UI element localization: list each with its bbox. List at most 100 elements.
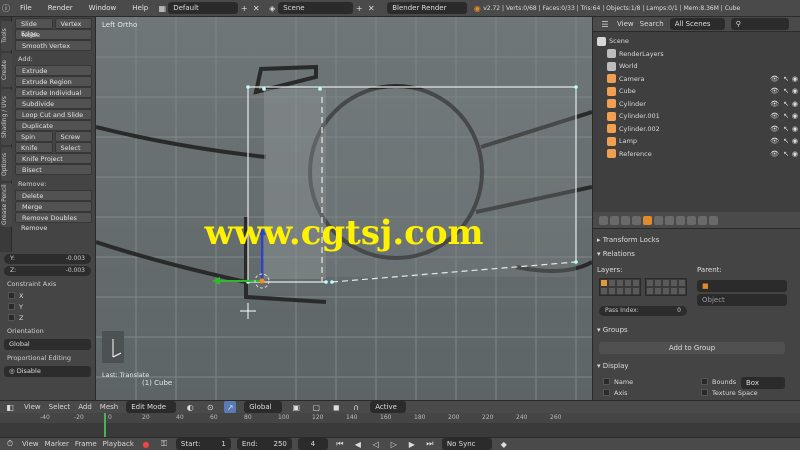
render-camera-icon[interactable]: ◉ xyxy=(792,137,798,145)
physics-tab-icon[interactable] xyxy=(709,215,718,225)
outliner-filter-dropdown[interactable]: All Scenes xyxy=(669,18,725,30)
menu-file[interactable]: File xyxy=(12,4,40,12)
selectable-arrow-icon[interactable]: ↖ xyxy=(783,87,789,95)
z-value-field[interactable]: Z: -0.003 xyxy=(4,266,91,276)
start-frame-field[interactable]: Start: 1 xyxy=(175,438,231,450)
display-left-checkbox[interactable]: Axis xyxy=(599,387,663,398)
selectable-arrow-icon[interactable]: ↖ xyxy=(783,112,789,120)
proportional-editing-dropdown[interactable]: ◎ Disable xyxy=(4,366,91,377)
tab-create[interactable]: Create xyxy=(1,53,12,87)
parent-type-field[interactable]: Object xyxy=(697,294,787,306)
spin-button[interactable]: Spin xyxy=(15,131,53,142)
mesh-menu[interactable]: Mesh xyxy=(100,403,118,411)
timeline-ruler[interactable] xyxy=(0,413,800,423)
visibility-eye-icon[interactable]: 👁 xyxy=(770,87,779,95)
layers-grid-left[interactable] xyxy=(599,278,641,296)
outliner-search-input[interactable]: ⚲ xyxy=(730,18,789,30)
scene-tab-icon[interactable] xyxy=(621,215,630,225)
outliner-menu-search[interactable]: Search xyxy=(640,20,664,28)
add-menu[interactable]: Add xyxy=(78,403,92,411)
scene-field[interactable]: Scene xyxy=(278,2,354,14)
smooth-vertex-button[interactable]: Smooth Vertex xyxy=(15,40,92,51)
info-editor-icon[interactable]: ⓘ xyxy=(0,2,12,14)
sync-dropdown[interactable]: No Sync xyxy=(441,438,492,450)
extrude-button[interactable]: Extrude xyxy=(15,65,92,76)
menu-render[interactable]: Render xyxy=(40,4,81,12)
prev-key-icon[interactable]: ◀ xyxy=(352,438,364,450)
play-icon[interactable]: ▷ xyxy=(388,438,400,450)
jump-end-icon[interactable]: ⏭ xyxy=(424,438,436,450)
vertex-select-icon[interactable]: ▣ xyxy=(290,401,302,413)
current-frame-marker[interactable] xyxy=(104,413,106,437)
merge-button[interactable]: Merge xyxy=(15,201,92,212)
visibility-eye-icon[interactable]: 👁 xyxy=(770,100,779,108)
duplicate-button[interactable]: Duplicate xyxy=(15,120,92,131)
visibility-eye-icon[interactable]: 👁 xyxy=(770,112,779,120)
outliner-editor-icon[interactable]: ☰ xyxy=(599,18,611,30)
mode-dropdown[interactable]: Edit Mode xyxy=(126,401,177,413)
visibility-eye-icon[interactable]: 👁 xyxy=(770,75,779,83)
outliner-item[interactable]: World xyxy=(593,60,800,72)
outliner-item[interactable]: Cylinder 👁 ↖ ◉ xyxy=(593,98,800,110)
timeline-menu-view[interactable]: View xyxy=(22,440,39,448)
record-icon[interactable]: ● xyxy=(140,438,152,450)
add-to-group-button[interactable]: Add to Group xyxy=(599,342,785,354)
timeline-menu-marker[interactable]: Marker xyxy=(45,440,69,448)
render-camera-icon[interactable]: ◉ xyxy=(792,150,798,158)
y-value-field[interactable]: Y: -0.003 xyxy=(4,254,91,264)
edge-select-icon[interactable]: ▢ xyxy=(310,401,322,413)
render-camera-icon[interactable]: ◉ xyxy=(792,75,798,83)
end-frame-field[interactable]: End: 250 xyxy=(236,438,292,450)
render-camera-icon[interactable]: ◉ xyxy=(792,112,798,120)
select-menu[interactable]: Select xyxy=(49,403,71,411)
constraints-tab-icon[interactable] xyxy=(654,215,663,225)
menu-help[interactable]: Help xyxy=(124,4,156,12)
scene-icon[interactable]: ◈ xyxy=(266,2,278,14)
add-scene-icon[interactable]: + xyxy=(353,2,365,14)
tab-options[interactable]: Options xyxy=(1,147,12,181)
bounds-type-dropdown[interactable]: Box xyxy=(741,377,785,389)
selectable-arrow-icon[interactable]: ↖ xyxy=(783,100,789,108)
view-menu[interactable]: View xyxy=(24,403,41,411)
timeline-menu-playback[interactable]: Playback xyxy=(103,440,134,448)
pivot-icon[interactable]: ⊙ xyxy=(204,401,216,413)
shading-icon[interactable]: ◐ xyxy=(184,401,196,413)
visibility-eye-icon[interactable]: 👁 xyxy=(770,150,779,158)
delete-button[interactable]: Delete xyxy=(15,190,92,201)
screen-layout-icon[interactable]: ▦ xyxy=(156,2,168,14)
constraint-y-checkbox[interactable]: Y xyxy=(4,301,91,312)
outliner-menu-view[interactable]: View xyxy=(617,20,634,28)
outliner-item[interactable]: Camera 👁 ↖ ◉ xyxy=(593,73,800,85)
noise-button[interactable]: Noise xyxy=(15,29,92,40)
extrude-individual-button[interactable]: Extrude Individual xyxy=(15,87,92,98)
transform-locks-header[interactable]: ▸ Transform Locks xyxy=(597,234,793,246)
screw-button[interactable]: Screw xyxy=(54,131,92,142)
outliner-item[interactable]: Cylinder.002 👁 ↖ ◉ xyxy=(593,123,800,135)
editor-type-icon[interactable]: ◧ xyxy=(4,401,16,413)
selectable-arrow-icon[interactable]: ↖ xyxy=(783,137,789,145)
constraint-x-checkbox[interactable]: X xyxy=(4,290,91,301)
next-key-icon[interactable]: ▶ xyxy=(406,438,418,450)
layers-tab-icon[interactable] xyxy=(610,215,619,225)
3d-viewport[interactable]: Left Ortho www.cgtsj.com Last: Translate… xyxy=(96,17,592,400)
knife-select-button[interactable]: Select xyxy=(54,142,92,153)
layers-grid-right[interactable] xyxy=(645,278,687,296)
constraint-z-checkbox[interactable]: Z xyxy=(4,312,91,323)
current-frame-field[interactable]: 4 xyxy=(297,438,328,450)
selectable-arrow-icon[interactable]: ↖ xyxy=(783,150,789,158)
modifiers-tab-icon[interactable] xyxy=(665,215,674,225)
selectable-arrow-icon[interactable]: ↖ xyxy=(783,75,789,83)
remove-scene-icon[interactable]: ✕ xyxy=(365,2,377,14)
render-camera-icon[interactable]: ◉ xyxy=(792,100,798,108)
outliner-item[interactable]: Lamp 👁 ↖ ◉ xyxy=(593,135,800,147)
material-tab-icon[interactable] xyxy=(687,215,696,225)
menu-window[interactable]: Window xyxy=(81,4,125,12)
snap-target-dropdown[interactable]: Active xyxy=(370,401,407,413)
texture-tab-icon[interactable] xyxy=(698,215,707,225)
outliner-item[interactable]: Cylinder.001 👁 ↖ ◉ xyxy=(593,110,800,122)
remove-screen-icon[interactable]: ✕ xyxy=(250,2,262,14)
data-tab-icon[interactable] xyxy=(676,215,685,225)
render-camera-icon[interactable]: ◉ xyxy=(792,125,798,133)
vertex-button[interactable]: Vertex xyxy=(54,18,92,29)
loop-cut-button[interactable]: Loop Cut and Slide xyxy=(15,109,92,120)
